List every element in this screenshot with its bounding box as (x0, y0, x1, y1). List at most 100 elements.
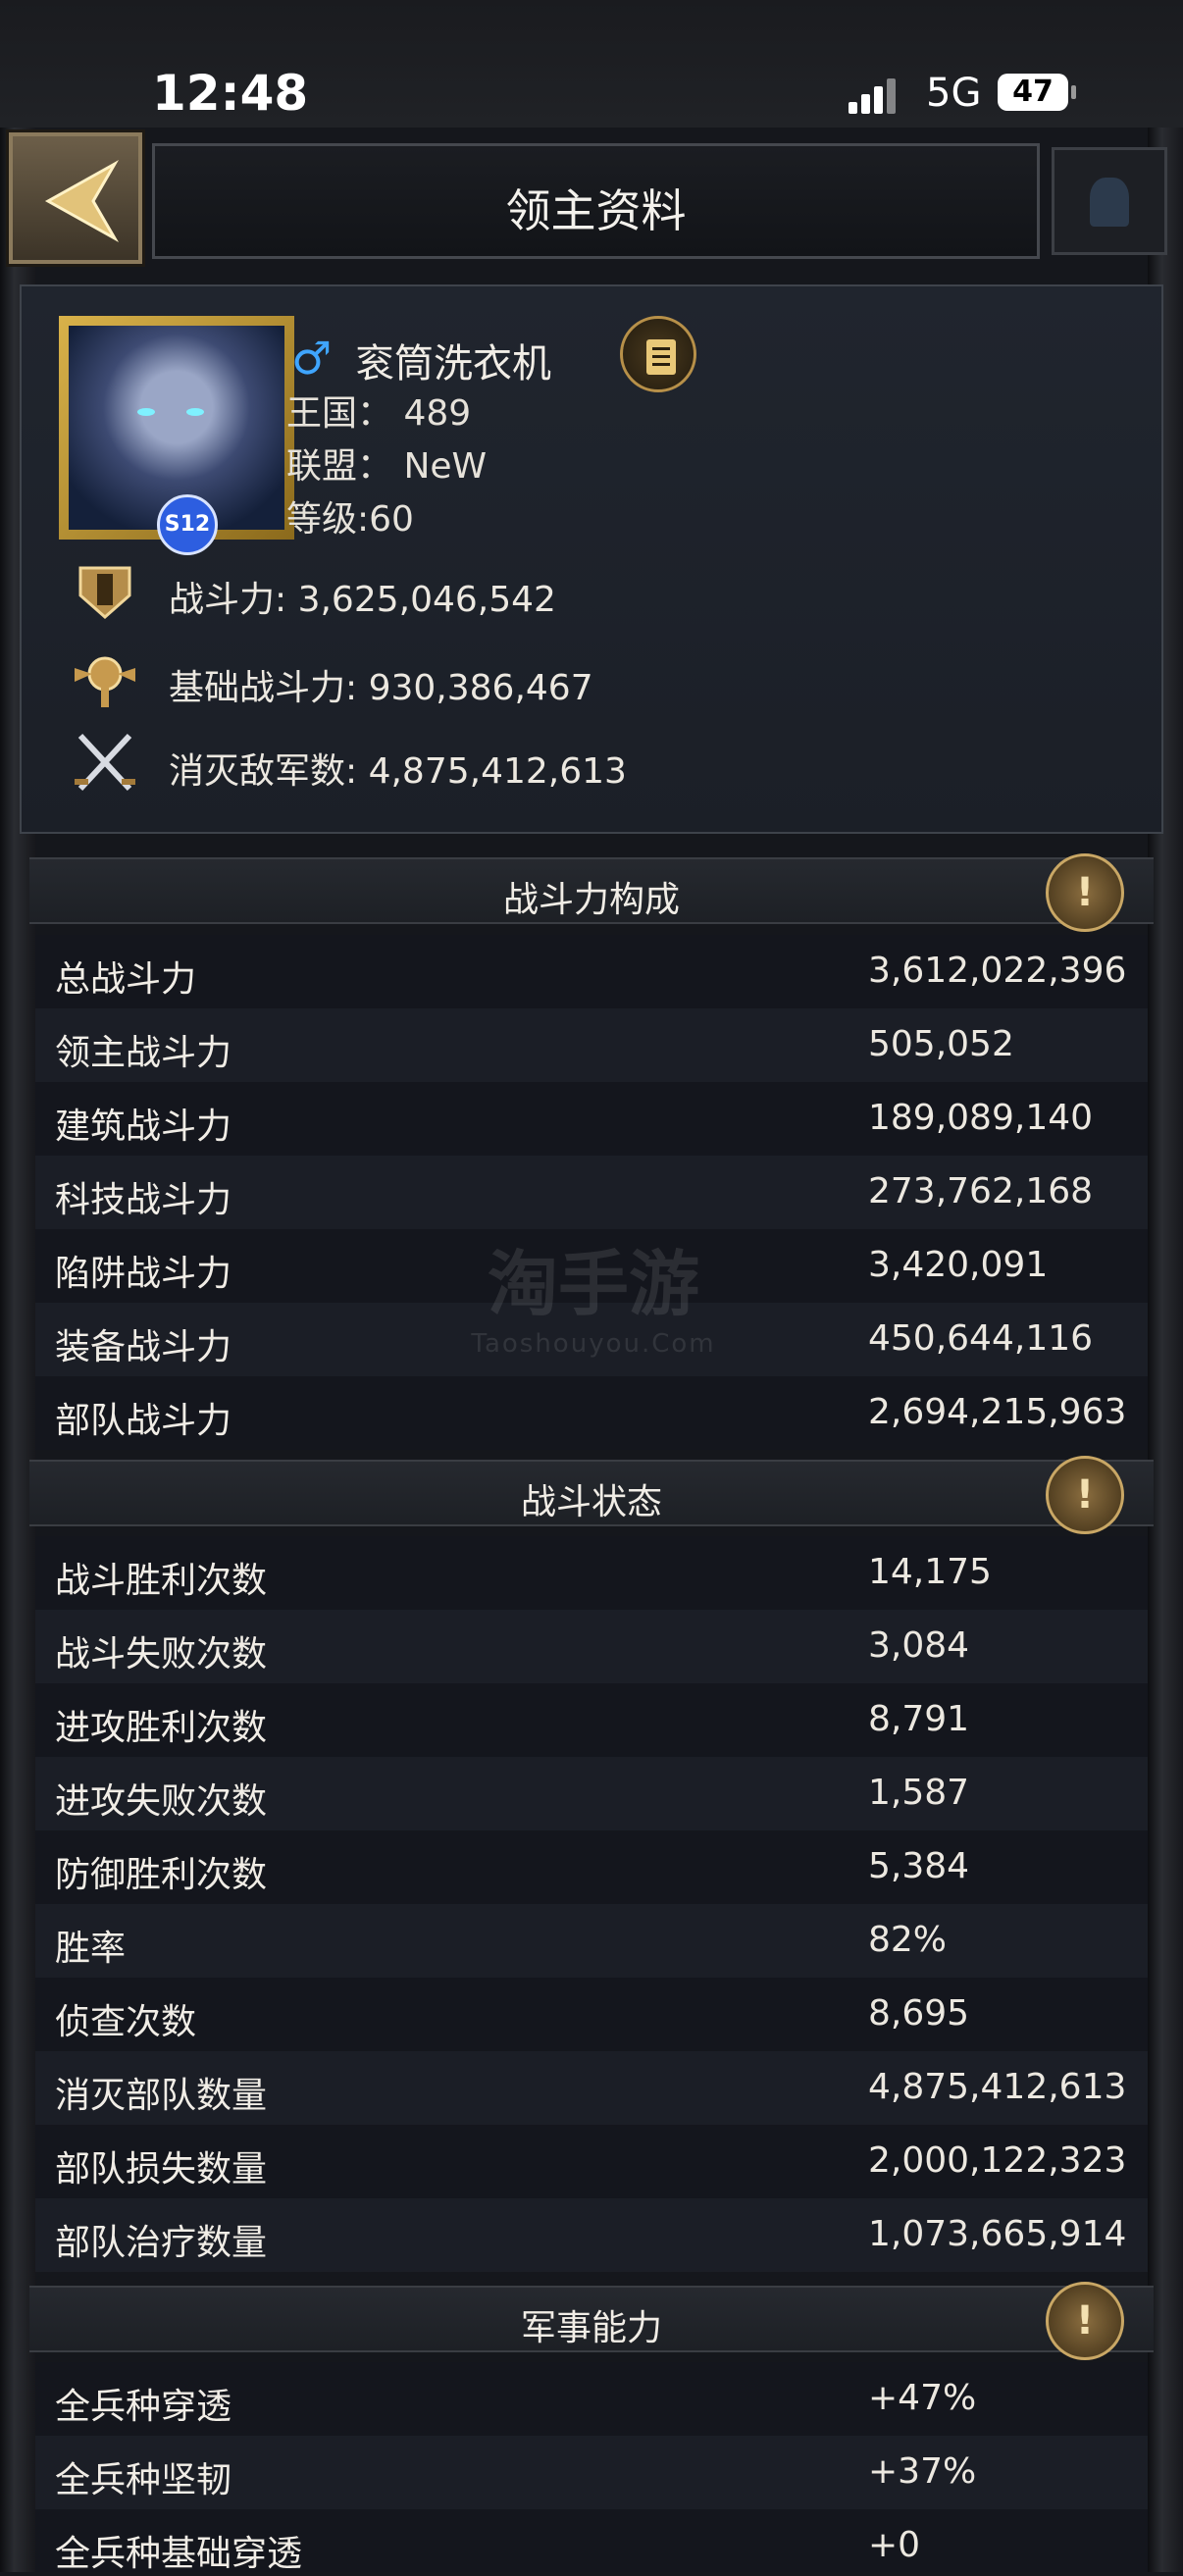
table-row: 消灭部队数量 4,875,412,613 (35, 2051, 1148, 2125)
row-label: 胜率 (55, 1929, 127, 1969)
row-value: +37% (868, 2451, 977, 2492)
vip-badge: S12 (157, 494, 218, 555)
kingdom-text: 王国： 489 (286, 393, 472, 434)
chevron-left-icon (44, 160, 120, 242)
table-row: 战斗失败次数 3,084 (35, 1610, 1148, 1683)
male-gender-icon: ♂ (291, 332, 333, 385)
row-value: 189,089,140 (868, 1098, 1094, 1138)
row-label: 全兵种基础穿透 (55, 2534, 303, 2574)
table-row: 部队战斗力 2,694,215,963 (35, 1376, 1148, 1450)
row-label: 陷阱战斗力 (55, 1254, 232, 1294)
section-title: 军事能力 (520, 2308, 662, 2348)
row-value: 5,384 (868, 1846, 970, 1886)
row-value: 82% (868, 1920, 948, 1960)
section-header-military: 军事能力 ! (29, 2282, 1154, 2360)
table-row: 全兵种穿透 +47% (35, 2362, 1148, 2436)
row-label: 全兵种穿透 (55, 2387, 232, 2427)
table-row: 战斗胜利次数 14,175 (35, 1536, 1148, 1610)
info-list-button[interactable] (620, 316, 696, 392)
winged-emblem-icon (75, 656, 135, 707)
power-stat: 战斗力: 3,625,046,542 (169, 580, 556, 620)
table-row: 部队治疗数量 1,073,665,914 (35, 2198, 1148, 2272)
kills-stat: 消灭敌军数: 4,875,412,613 (169, 751, 627, 792)
cellular-signal-icon (849, 77, 896, 114)
row-label: 部队治疗数量 (55, 2223, 268, 2263)
watermark: 淘手游 Taoshouyou.Com (461, 1226, 726, 1359)
row-label: 消灭部队数量 (55, 2076, 268, 2116)
table-row: 全兵种基础穿透 +0 (35, 2509, 1148, 2574)
section-title: 战斗力构成 (502, 880, 680, 920)
lord-profile-panel: S12 ♂ 衮筒洗衣机 王国： 489 联盟： NeW 等级:60 战斗力: 3… (20, 284, 1163, 834)
crossed-swords-icon (75, 733, 135, 792)
alliance-text: 联盟： NeW (286, 446, 488, 487)
row-value: 450,644,116 (868, 1318, 1094, 1359)
row-label: 科技战斗力 (55, 1180, 232, 1220)
status-time: 12:48 (152, 65, 309, 122)
row-label: 装备战斗力 (55, 1327, 232, 1367)
row-value: 273,762,168 (868, 1171, 1094, 1211)
row-value: +47% (868, 2378, 977, 2418)
battery-icon: 47 (998, 74, 1076, 111)
exclamation-icon: ! (1075, 1472, 1095, 1518)
section-header-battle: 战斗状态 ! (29, 1456, 1154, 1534)
row-value: +0 (868, 2525, 921, 2565)
row-label: 部队战斗力 (55, 1401, 232, 1441)
row-value: 8,695 (868, 1993, 970, 2034)
table-row: 部队损失数量 2,000,122,323 (35, 2125, 1148, 2198)
row-label: 战斗失败次数 (55, 1634, 268, 1674)
watermark-sub: Taoshouyou.Com (471, 1329, 716, 1359)
power-shield-icon (78, 566, 131, 619)
level-text: 等级:60 (286, 499, 414, 540)
row-label: 建筑战斗力 (55, 1107, 232, 1147)
table-row: 领主战斗力 505,052 (35, 1008, 1148, 1082)
power-info-button[interactable]: ! (1046, 853, 1124, 932)
row-label: 侦查次数 (55, 2002, 197, 2042)
player-name: 衮筒洗衣机 (355, 341, 551, 386)
row-value: 2,000,122,323 (868, 2140, 1127, 2181)
row-label: 防御胜利次数 (55, 1855, 268, 1895)
row-value: 4,875,412,613 (868, 2067, 1127, 2107)
table-row: 进攻胜利次数 8,791 (35, 1683, 1148, 1757)
row-label: 战斗胜利次数 (55, 1561, 268, 1601)
row-value: 3,420,091 (868, 1245, 1049, 1285)
row-value: 1,073,665,914 (868, 2214, 1127, 2254)
table-row: 侦查次数 8,695 (35, 1978, 1148, 2051)
row-label: 总战斗力 (55, 959, 197, 1000)
row-label: 领主战斗力 (55, 1033, 232, 1073)
table-row: 胜率 82% (35, 1904, 1148, 1978)
back-button[interactable] (6, 129, 145, 267)
row-label: 部队损失数量 (55, 2149, 268, 2190)
row-value: 14,175 (868, 1552, 992, 1592)
title-bar: 领主资料 (152, 143, 1040, 259)
section-title: 战斗状态 (520, 1482, 662, 1522)
fleur-ornament-icon (1052, 147, 1167, 255)
section-header-power: 战斗力构成 ! (29, 853, 1154, 932)
row-value: 2,694,215,963 (868, 1392, 1127, 1432)
page-title: 领主资料 (505, 184, 687, 237)
base-power-stat: 基础战斗力: 930,386,467 (169, 668, 593, 708)
network-type: 5G (926, 71, 982, 116)
table-row: 全兵种坚韧 +37% (35, 2436, 1148, 2509)
watermark-main: 淘手游 (487, 1243, 699, 1325)
table-row: 进攻失败次数 1,587 (35, 1757, 1148, 1830)
table-row: 总战斗力 3,612,022,396 (35, 935, 1148, 1008)
row-value: 3,612,022,396 (868, 951, 1127, 991)
row-label: 进攻胜利次数 (55, 1708, 268, 1748)
status-bar: 12:48 5G 47 (0, 0, 1183, 128)
row-value: 505,052 (868, 1024, 1014, 1064)
table-row: 防御胜利次数 5,384 (35, 1830, 1148, 1904)
row-label: 全兵种坚韧 (55, 2460, 232, 2500)
row-value: 1,587 (868, 1773, 970, 1813)
row-value: 3,084 (868, 1625, 970, 1666)
document-icon (646, 339, 676, 375)
table-row: 科技战斗力 273,762,168 (35, 1156, 1148, 1229)
battle-info-button[interactable]: ! (1046, 1456, 1124, 1534)
row-label: 进攻失败次数 (55, 1781, 268, 1822)
exclamation-icon: ! (1075, 870, 1095, 915)
exclamation-icon: ! (1075, 2298, 1095, 2344)
table-row: 建筑战斗力 189,089,140 (35, 1082, 1148, 1156)
avatar-eyes (137, 408, 216, 422)
military-info-button[interactable]: ! (1046, 2282, 1124, 2360)
avatar-frame[interactable]: S12 (59, 316, 294, 555)
row-value: 8,791 (868, 1699, 970, 1739)
